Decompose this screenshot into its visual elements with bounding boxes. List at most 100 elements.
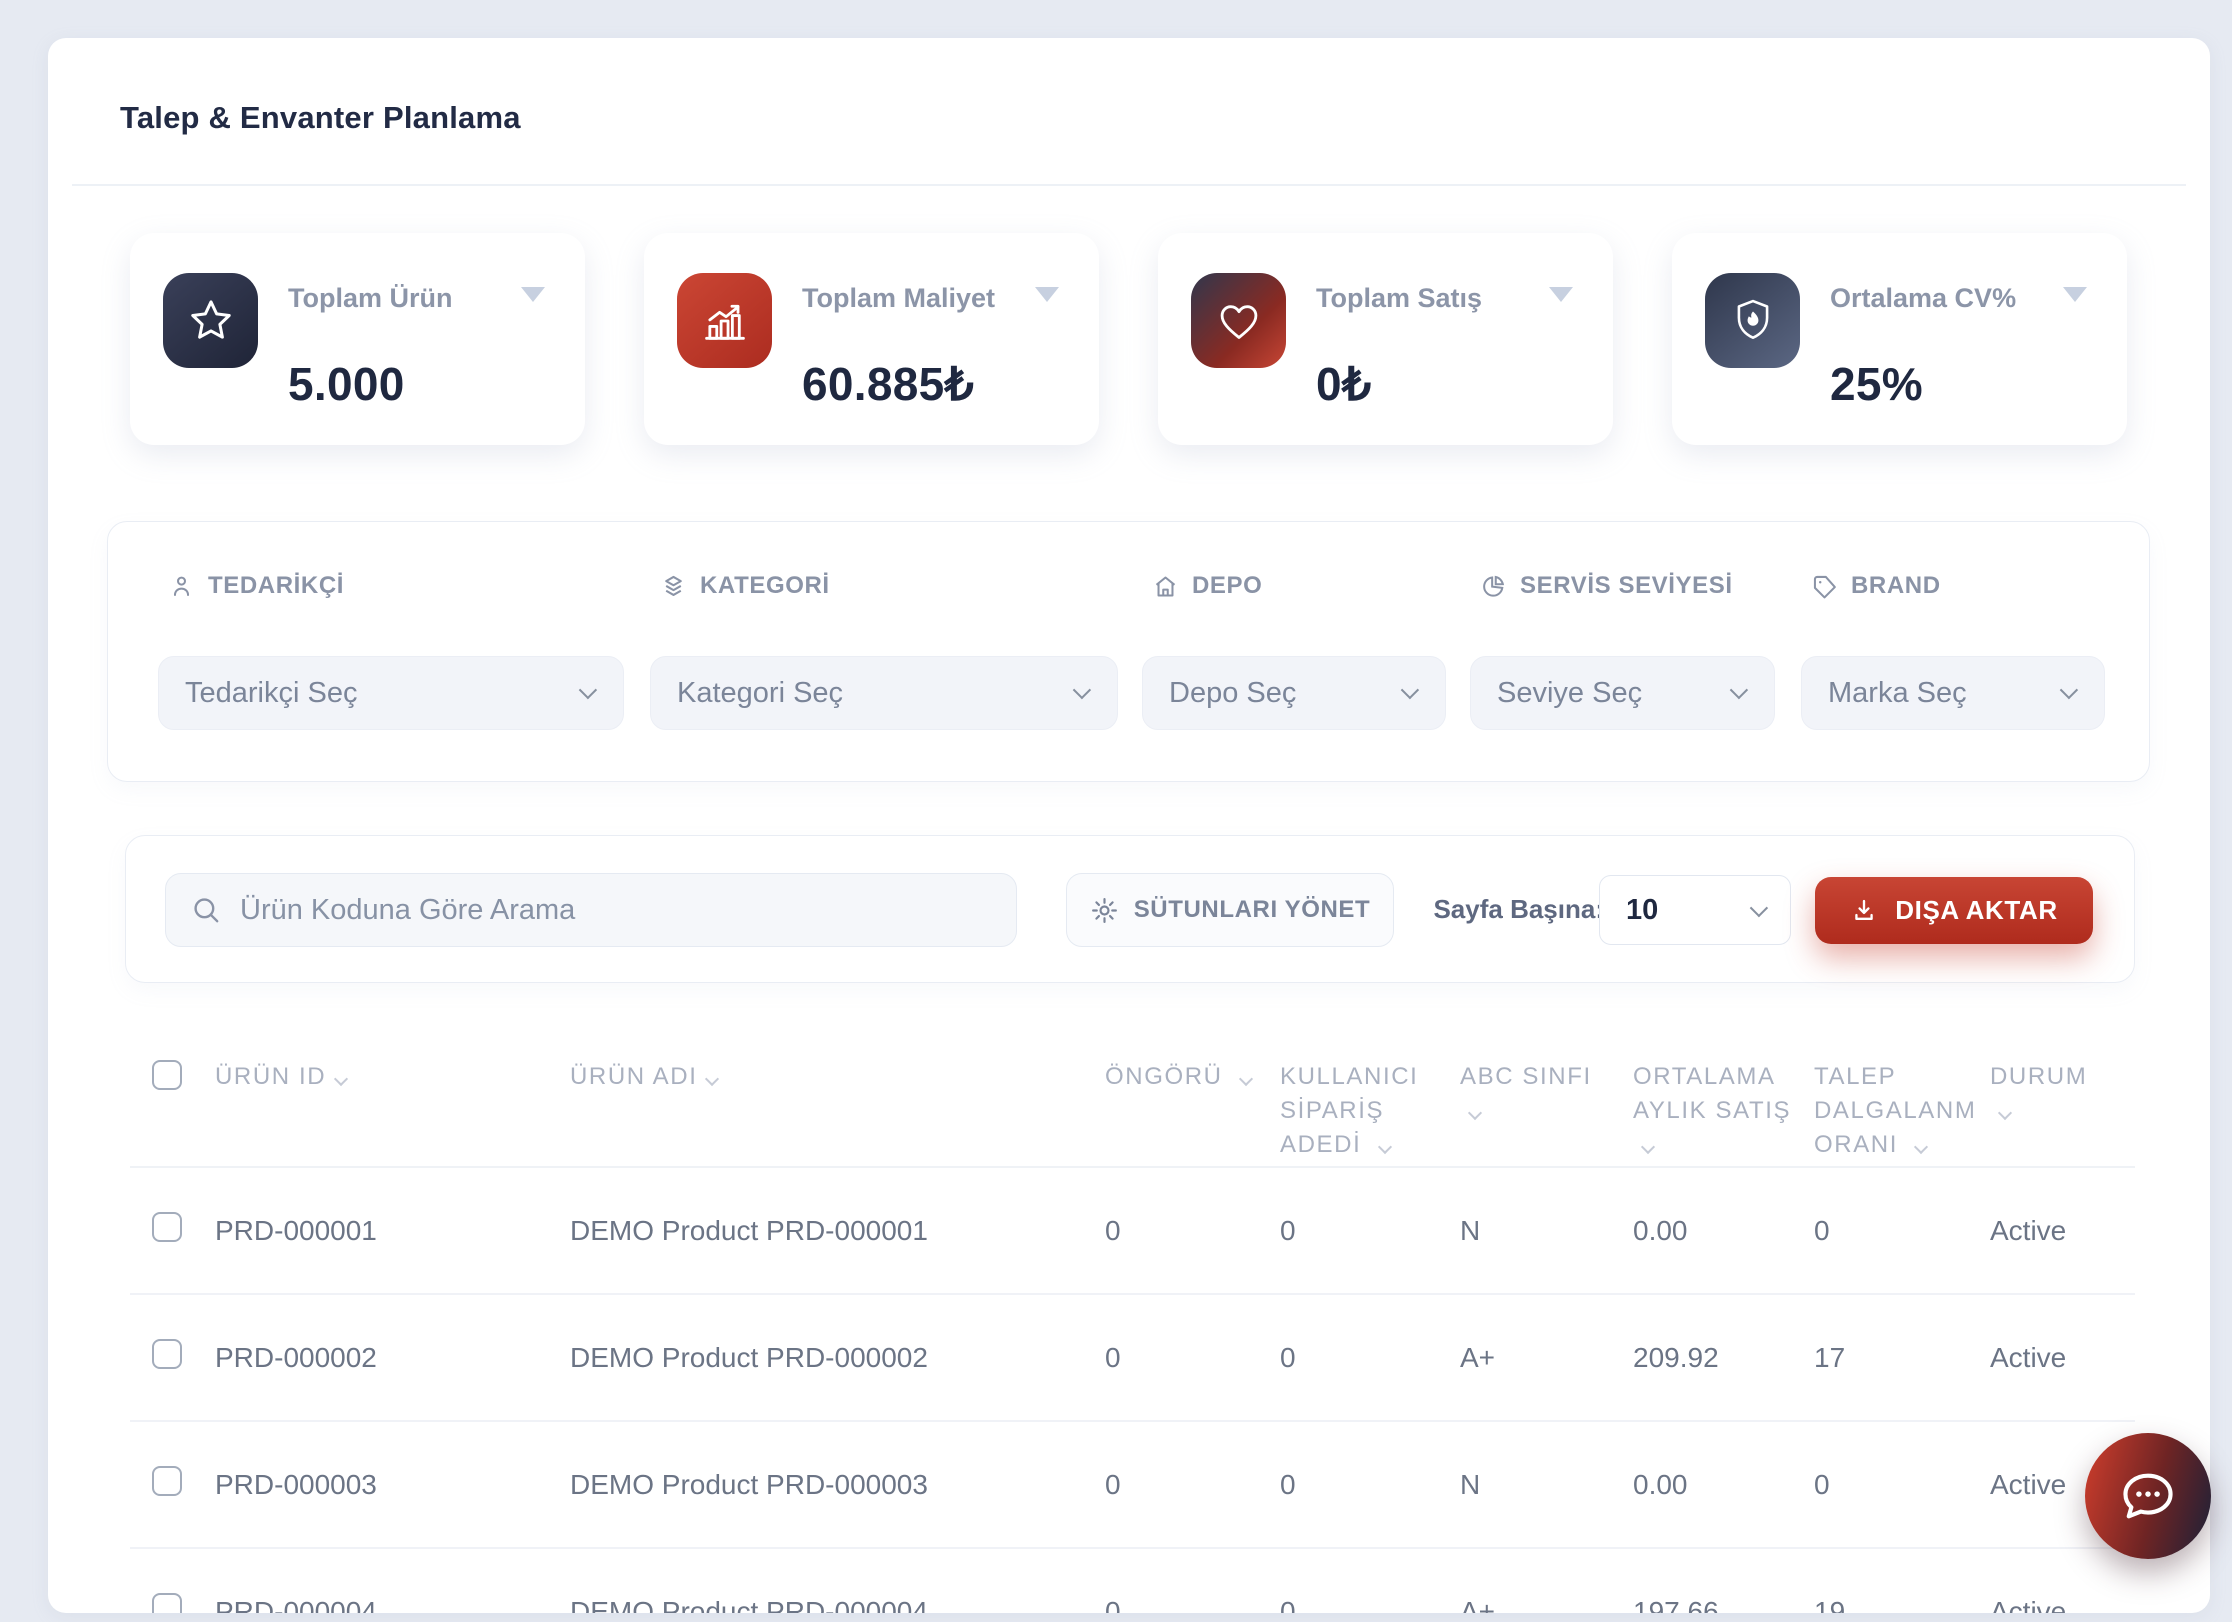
per-page-label: Sayfa Başına: xyxy=(1426,894,1604,925)
main-panel: Talep & Envanter Planlama Toplam Ürün 5.… xyxy=(48,38,2210,1613)
col-header-product-id[interactable]: ÜRÜN ID xyxy=(215,1028,570,1167)
stat-value: 60.885₺ xyxy=(802,357,974,411)
filter-label: BRAND xyxy=(1851,572,1941,600)
filter-label: KATEGORİ xyxy=(700,572,830,600)
caret-down-icon[interactable] xyxy=(1035,287,1059,302)
manage-columns-button[interactable]: SÜTUNLARI YÖNET xyxy=(1066,873,1394,947)
stat-label: Ortalama CV% xyxy=(1830,283,2016,314)
cell-product-name: DEMO Product PRD-000001 xyxy=(570,1167,1105,1294)
col-header-status[interactable]: DURUM xyxy=(1990,1028,2135,1167)
col-header-avg-monthly-sales[interactable]: ORTALAMA AYLIK SATIŞ xyxy=(1633,1028,1814,1167)
download-icon xyxy=(1850,897,1878,925)
export-label: DIŞA AKTAR xyxy=(1895,895,2057,926)
cell-abc-class: N xyxy=(1460,1421,1633,1548)
stat-value: 0₺ xyxy=(1316,357,1371,411)
filter-brand: BRAND Marka Seç xyxy=(1801,522,2105,781)
chart-icon xyxy=(677,273,772,368)
cell-avg-monthly-sales: 197.66 xyxy=(1633,1548,1814,1613)
cell-demand-volatility: 0 xyxy=(1814,1421,1990,1548)
per-page-value: 10 xyxy=(1626,894,1658,927)
stat-card-total-sales: Toplam Satış 0₺ xyxy=(1158,233,1613,445)
caret-down-icon[interactable] xyxy=(2063,287,2087,302)
stat-label: Toplam Ürün xyxy=(288,283,453,314)
cell-product-name: DEMO Product PRD-000003 xyxy=(570,1421,1105,1548)
table-header-row: ÜRÜN ID ÜRÜN ADI ÖNGÖRÜ KULLANICI SİPARİ… xyxy=(130,1028,2135,1167)
shield-flame-icon xyxy=(1705,273,1800,368)
home-icon xyxy=(1152,573,1179,600)
caret-down-icon[interactable] xyxy=(1549,287,1573,302)
stat-card-average-cv: Ortalama CV% 25% xyxy=(1672,233,2127,445)
category-select[interactable]: Kategori Seç xyxy=(650,656,1118,730)
sort-chevron-icon xyxy=(1998,1106,2012,1120)
sort-chevron-icon xyxy=(1378,1140,1392,1154)
filter-service-level: SERVİS SEVİYESİ Seviye Seç xyxy=(1470,522,1775,781)
cell-forecast: 0 xyxy=(1105,1294,1280,1421)
select-placeholder: Marka Seç xyxy=(1828,677,1967,710)
caret-down-icon[interactable] xyxy=(521,287,545,302)
row-checkbox[interactable] xyxy=(152,1339,182,1369)
brand-select[interactable]: Marka Seç xyxy=(1801,656,2105,730)
chevron-down-icon xyxy=(1073,681,1091,699)
stat-value: 25% xyxy=(1830,357,1923,411)
warehouse-select[interactable]: Depo Seç xyxy=(1142,656,1446,730)
cell-product-id: PRD-000003 xyxy=(215,1421,570,1548)
filter-label: SERVİS SEVİYESİ xyxy=(1520,572,1733,600)
stat-card-total-products: Toplam Ürün 5.000 xyxy=(130,233,585,445)
filter-label: DEPO xyxy=(1192,572,1262,600)
cell-product-id: PRD-000001 xyxy=(215,1167,570,1294)
select-placeholder: Depo Seç xyxy=(1169,677,1296,710)
stat-label: Toplam Satış xyxy=(1316,283,1482,314)
products-table: ÜRÜN ID ÜRÜN ADI ÖNGÖRÜ KULLANICI SİPARİ… xyxy=(130,1028,2135,1613)
row-checkbox[interactable] xyxy=(152,1593,182,1613)
col-header-forecast[interactable]: ÖNGÖRÜ xyxy=(1105,1028,1280,1167)
cell-user-orders: 0 xyxy=(1280,1548,1460,1613)
search-input[interactable] xyxy=(240,894,992,927)
col-header-abc-class[interactable]: ABC SINFI xyxy=(1460,1028,1633,1167)
search-icon xyxy=(190,894,222,926)
cell-product-name: DEMO Product PRD-000004 xyxy=(570,1548,1105,1613)
col-header-product-name[interactable]: ÜRÜN ADI xyxy=(570,1028,1105,1167)
sort-chevron-icon xyxy=(334,1072,348,1086)
row-checkbox[interactable] xyxy=(152,1466,182,1496)
table-toolbar: SÜTUNLARI YÖNET Sayfa Başına: 10 DIŞA AK… xyxy=(125,835,2135,983)
cell-user-orders: 0 xyxy=(1280,1294,1460,1421)
cell-avg-monthly-sales: 0.00 xyxy=(1633,1421,1814,1548)
cell-avg-monthly-sales: 209.92 xyxy=(1633,1294,1814,1421)
cell-abc-class: A+ xyxy=(1460,1294,1633,1421)
per-page-select[interactable]: 10 xyxy=(1599,875,1791,945)
layers-icon xyxy=(660,573,687,600)
select-all-checkbox[interactable] xyxy=(152,1060,182,1090)
page-title: Talep & Envanter Planlama xyxy=(120,100,521,136)
cell-demand-volatility: 17 xyxy=(1814,1294,1990,1421)
title-divider xyxy=(72,184,2186,186)
filter-label: TEDARİKÇİ xyxy=(208,572,344,600)
table-row: PRD-000003 DEMO Product PRD-000003 0 0 N… xyxy=(130,1421,2135,1548)
cell-avg-monthly-sales: 0.00 xyxy=(1633,1167,1814,1294)
select-placeholder: Kategori Seç xyxy=(677,677,843,710)
col-header-demand-volatility[interactable]: TALEP DALGALANM ORANI xyxy=(1814,1028,1990,1167)
sort-chevron-icon xyxy=(1239,1072,1253,1086)
chevron-down-icon xyxy=(2060,681,2078,699)
filter-supplier: TEDARİKÇİ Tedarikçi Seç xyxy=(158,522,624,781)
supplier-select[interactable]: Tedarikçi Seç xyxy=(158,656,624,730)
stat-cards-row: Toplam Ürün 5.000 Toplam Maliyet 60.885₺ xyxy=(130,233,2127,445)
table-row: PRD-000004 DEMO Product PRD-000004 0 0 A… xyxy=(130,1548,2135,1613)
sort-chevron-icon xyxy=(1641,1140,1655,1154)
cell-status: Active xyxy=(1990,1548,2135,1613)
cell-demand-volatility: 19 xyxy=(1814,1548,1990,1613)
sort-chevron-icon xyxy=(705,1072,719,1086)
row-checkbox[interactable] xyxy=(152,1212,182,1242)
filter-category: KATEGORİ Kategori Seç xyxy=(650,522,1118,781)
service-level-select[interactable]: Seviye Seç xyxy=(1470,656,1775,730)
page: { "page": { "title": "Talep & Envanter P… xyxy=(0,0,2232,1622)
select-placeholder: Tedarikçi Seç xyxy=(185,677,357,710)
star-icon xyxy=(163,273,258,368)
manage-columns-label: SÜTUNLARI YÖNET xyxy=(1134,896,1371,924)
chat-fab-button[interactable] xyxy=(2085,1433,2211,1559)
cell-forecast: 0 xyxy=(1105,1167,1280,1294)
export-button[interactable]: DIŞA AKTAR xyxy=(1815,877,2093,944)
col-header-user-orders[interactable]: KULLANICI SİPARİŞ ADEDİ xyxy=(1280,1028,1460,1167)
cell-user-orders: 0 xyxy=(1280,1421,1460,1548)
cell-abc-class: A+ xyxy=(1460,1548,1633,1613)
cell-forecast: 0 xyxy=(1105,1548,1280,1613)
